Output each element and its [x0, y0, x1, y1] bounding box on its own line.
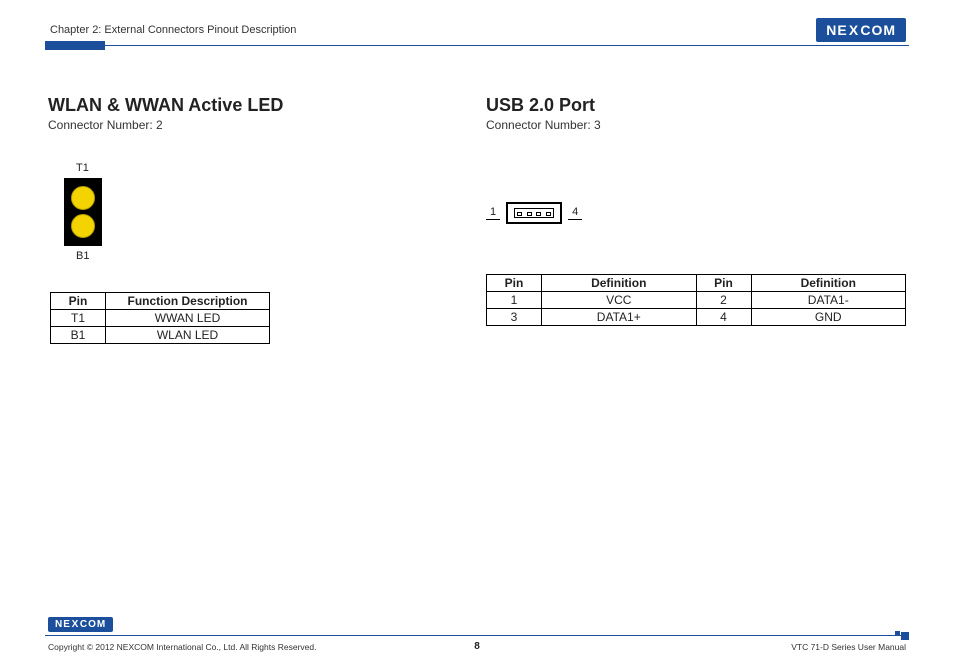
brand-logo-bottom: NEXCOM [48, 614, 113, 632]
table-cell: WWAN LED [106, 310, 270, 327]
table-cell: DATA1+ [542, 309, 697, 326]
manual-title: VTC 71-D Series User Manual [791, 642, 906, 652]
usb-diagram: 1 4 [486, 202, 906, 224]
led-indicator [71, 186, 95, 210]
table-header: Pin [487, 275, 542, 292]
usb-pin-label-right: 4 [568, 206, 582, 220]
led-label-top: T1 [76, 162, 446, 174]
table-cell: GND [751, 309, 906, 326]
table-header: Pin [51, 293, 106, 310]
table-row: T1 WWAN LED [51, 310, 270, 327]
table-row: 3 DATA1+ 4 GND [487, 309, 906, 326]
usb-pin-label-left: 1 [486, 206, 500, 220]
table-cell: 1 [487, 292, 542, 309]
table-row: B1 WLAN LED [51, 327, 270, 344]
footer-decoration-icon [893, 630, 909, 640]
led-diagram: T1 B1 [64, 162, 446, 262]
usb-connector-icon [506, 202, 562, 224]
table-cell: 2 [696, 292, 751, 309]
table-cell: T1 [51, 310, 106, 327]
led-label-bottom: B1 [76, 250, 446, 262]
table-cell: VCC [542, 292, 697, 309]
copyright-text: Copyright © 2012 NEXCOM International Co… [48, 642, 316, 652]
footer-rule [45, 635, 909, 636]
connector-number: Connector Number: 3 [486, 118, 906, 132]
table-header: Definition [542, 275, 697, 292]
led-pin-table: Pin Function Description T1 WWAN LED B1 … [50, 292, 270, 344]
table-header: Pin [696, 275, 751, 292]
chapter-title: Chapter 2: External Connectors Pinout De… [50, 24, 296, 36]
table-cell: 3 [487, 309, 542, 326]
section-title: WLAN & WWAN Active LED [48, 95, 446, 116]
led-indicator [71, 214, 95, 238]
table-header: Function Description [106, 293, 270, 310]
section-usb-port: USB 2.0 Port Connector Number: 3 1 4 Pin… [486, 95, 906, 344]
table-row: 1 VCC 2 DATA1- [487, 292, 906, 309]
section-title: USB 2.0 Port [486, 95, 906, 116]
usb-pin-table: Pin Definition Pin Definition 1 VCC 2 DA… [486, 274, 906, 326]
connector-number: Connector Number: 2 [48, 118, 446, 132]
table-cell: 4 [696, 309, 751, 326]
header-rule [45, 45, 909, 46]
brand-logo-top: NEXCOM [816, 18, 906, 42]
table-header: Definition [751, 275, 906, 292]
led-housing [64, 178, 102, 246]
table-cell: DATA1- [751, 292, 906, 309]
table-cell: B1 [51, 327, 106, 344]
section-wlan-wwan-led: WLAN & WWAN Active LED Connector Number:… [48, 95, 446, 344]
page-number: 8 [474, 641, 480, 652]
table-cell: WLAN LED [106, 327, 270, 344]
